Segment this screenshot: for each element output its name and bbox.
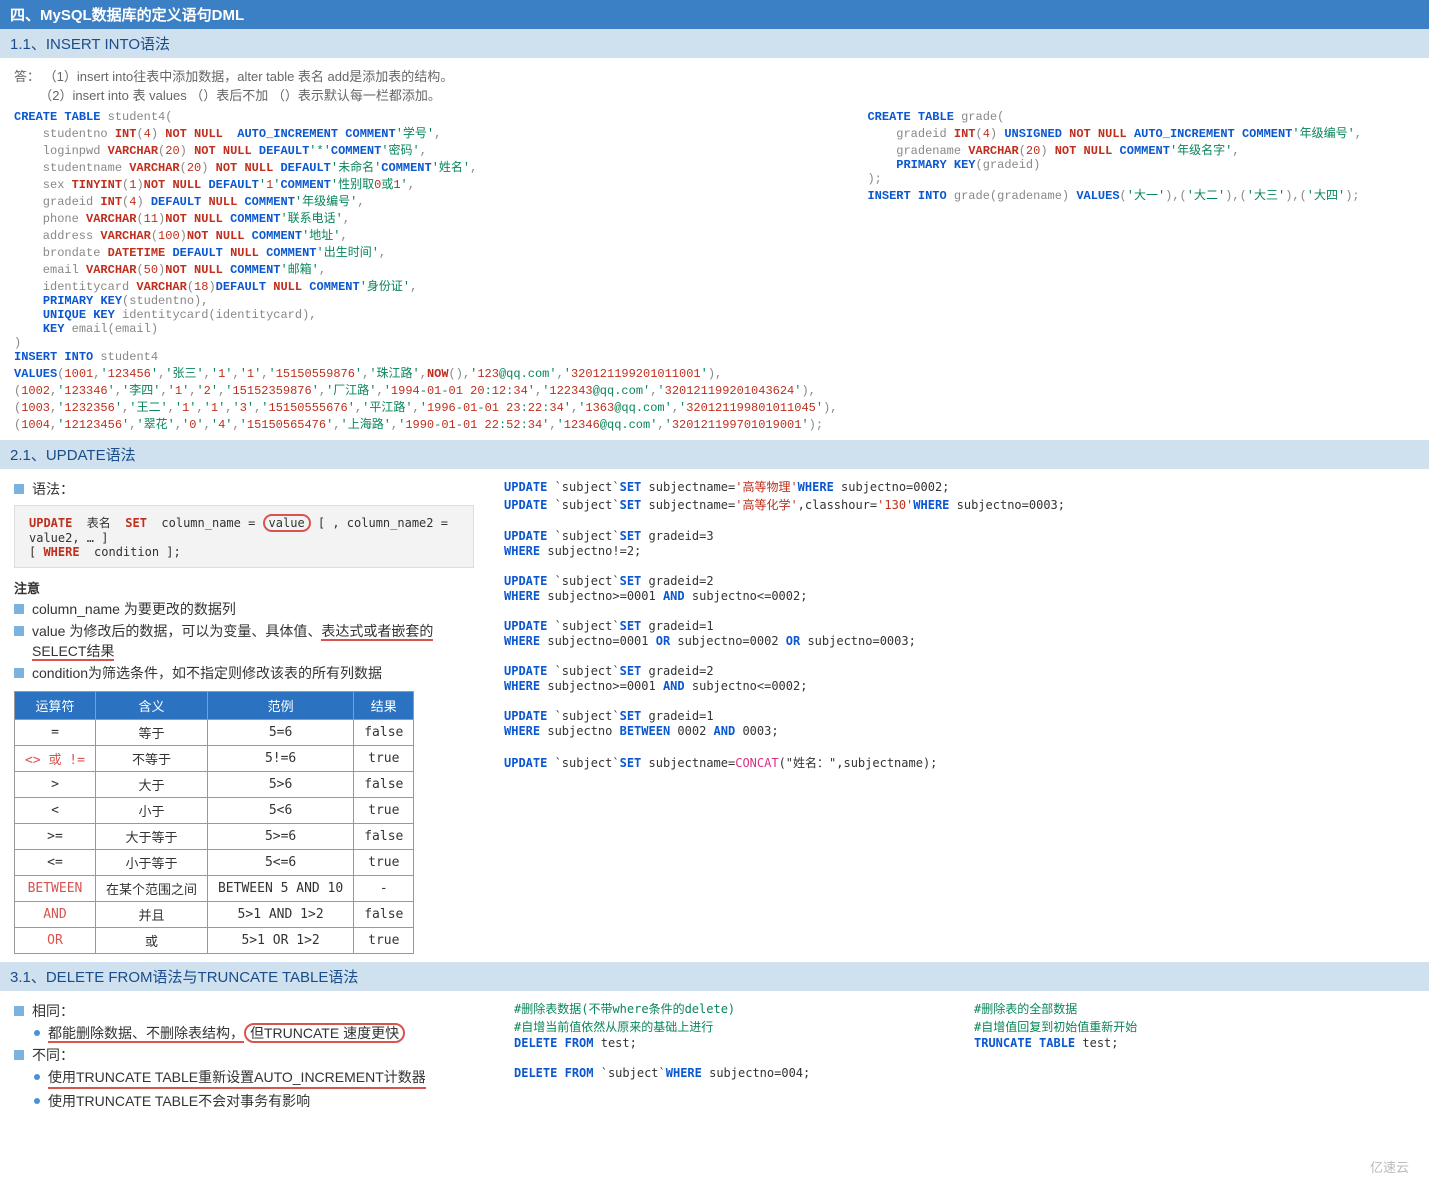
diff-1: 使用TRUNCATE TABLE重新设置AUTO_INCREMENT计数器	[48, 1067, 426, 1089]
code-left: CREATE TABLE student4( studentno INT(4) …	[14, 110, 837, 432]
note-label: 注意	[14, 578, 474, 597]
note-1: column_name 为要更改的数据列	[32, 599, 236, 619]
bullet-icon	[14, 604, 24, 614]
table-cell: 等于	[95, 720, 207, 746]
table-cell: <> 或 !=	[15, 746, 96, 772]
syntax-box: UPDATE 表名 SET column_name = value [ , co…	[14, 505, 474, 568]
operator-table: 运算符 含义 范例 结果 =等于5=6false<> 或 !=不等于5!=6tr…	[14, 691, 414, 954]
table-cell: false	[354, 902, 414, 928]
table-cell: 5=6	[207, 720, 353, 746]
th-mean: 含义	[95, 692, 207, 720]
note-3: condition为筛选条件，如不指定则修改该表的所有列数据	[32, 663, 382, 683]
dot-icon	[34, 1074, 40, 1080]
table-cell: =	[15, 720, 96, 746]
table-cell: 在某个范围之间	[95, 876, 207, 902]
note-2: value 为修改后的数据，可以为变量、具体值、表达式或者嵌套的SELECT结果	[32, 621, 474, 661]
table-cell: 大于	[95, 772, 207, 798]
watermark-logo: 亿速云	[1370, 1157, 1409, 1176]
table-cell: false	[354, 720, 414, 746]
section-1-1-body: 答： （1）insert into往表中添加数据，alter table 表名 …	[0, 58, 1429, 440]
delete-sql-a: #删除表数据(不带where条件的delete)#自增当前值依然从原来的基础上进…	[514, 999, 934, 1113]
update-sql-panel: UPDATE `subject`SET subjectname='高等物理'WH…	[504, 477, 1415, 954]
same-label: 相同：	[32, 1001, 74, 1021]
table-cell: 5>=6	[207, 824, 353, 850]
th-ex: 范例	[207, 692, 353, 720]
th-op: 运算符	[15, 692, 96, 720]
qa-line1: （1）insert into往表中添加数据，alter table 表名 add…	[44, 69, 454, 84]
table-cell: 或	[95, 928, 207, 954]
table-cell: OR	[15, 928, 96, 954]
table-cell: 小于等于	[95, 850, 207, 876]
table-cell: -	[354, 876, 414, 902]
table-cell: 5!=6	[207, 746, 353, 772]
th-res: 结果	[354, 692, 414, 720]
main-title: 四、MySQL数据库的定义语句DML	[0, 0, 1429, 29]
delete-sql-b: #删除表的全部数据#自增值回复到初始值重新开始TRUNCATE TABLE te…	[974, 999, 1415, 1113]
diff-2: 使用TRUNCATE TABLE不会对事务有影响	[48, 1091, 310, 1111]
table-cell: 5>6	[207, 772, 353, 798]
table-cell: >=	[15, 824, 96, 850]
table-cell: <=	[15, 850, 96, 876]
qa-line2: （2）insert into 表 values （）表后不加 （）表示默认每一栏…	[39, 88, 441, 103]
table-cell: <	[15, 798, 96, 824]
bullet-icon	[14, 484, 24, 494]
bullet-icon	[14, 1050, 24, 1060]
table-cell: 5<6	[207, 798, 353, 824]
section-2-1-body: 语法： UPDATE 表名 SET column_name = value [ …	[0, 469, 1429, 962]
section-3-1-body: 相同： 都能删除数据、不删除表结构，但TRUNCATE 速度更快 不同： 使用T…	[0, 991, 1429, 1121]
dot-icon	[34, 1030, 40, 1036]
qa-label: 答：	[14, 69, 40, 84]
table-cell: true	[354, 850, 414, 876]
table-cell: BETWEEN 5 AND 10	[207, 876, 353, 902]
table-cell: 5>1 OR 1>2	[207, 928, 353, 954]
section-3-1-header: 3.1、DELETE FROM语法与TRUNCATE TABLE语法	[0, 962, 1429, 991]
table-cell: 5<=6	[207, 850, 353, 876]
dot-icon	[34, 1098, 40, 1104]
table-cell: false	[354, 772, 414, 798]
table-cell: 小于	[95, 798, 207, 824]
table-cell: true	[354, 746, 414, 772]
table-cell: false	[354, 824, 414, 850]
table-cell: true	[354, 798, 414, 824]
diff-label: 不同：	[32, 1045, 74, 1065]
table-cell: 5>1 AND 1>2	[207, 902, 353, 928]
table-cell: 并且	[95, 902, 207, 928]
table-cell: 不等于	[95, 746, 207, 772]
table-cell: >	[15, 772, 96, 798]
code-right: CREATE TABLE grade( gradeid INT(4) UNSIG…	[867, 110, 1415, 432]
section-2-1-header: 2.1、UPDATE语法	[0, 440, 1429, 469]
syntax-label: 语法：	[32, 479, 74, 499]
table-cell: true	[354, 928, 414, 954]
section-1-1-header: 1.1、INSERT INTO语法	[0, 29, 1429, 58]
bullet-icon	[14, 668, 24, 678]
bullet-icon	[14, 1006, 24, 1016]
same-1: 都能删除数据、不删除表结构，但TRUNCATE 速度更快	[48, 1023, 405, 1043]
table-cell: 大于等于	[95, 824, 207, 850]
bullet-icon	[14, 626, 24, 636]
table-cell: BETWEEN	[15, 876, 96, 902]
table-cell: AND	[15, 902, 96, 928]
